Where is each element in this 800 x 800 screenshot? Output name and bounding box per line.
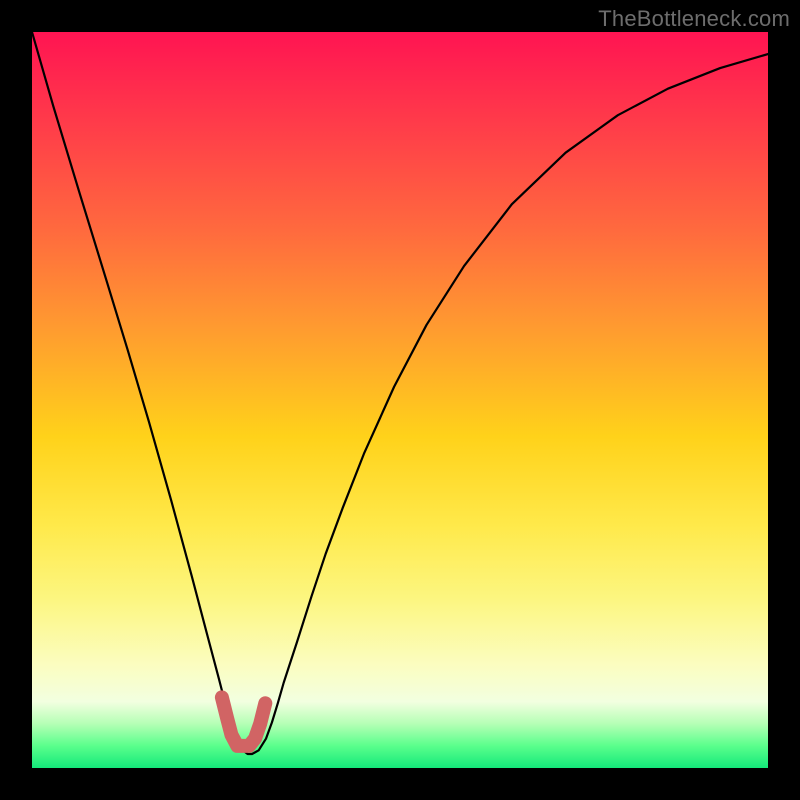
minimum-marker-path (222, 697, 265, 746)
curve-path (32, 32, 768, 754)
watermark-text: TheBottleneck.com (598, 6, 790, 32)
chart-svg (32, 32, 768, 768)
chart-frame: TheBottleneck.com (0, 0, 800, 800)
